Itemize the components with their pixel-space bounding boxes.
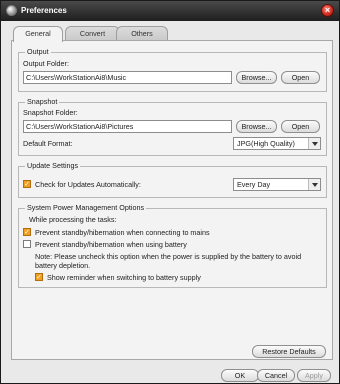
snapshot-browse-button[interactable]: Browse... <box>236 120 277 133</box>
app-logo-icon <box>6 5 17 16</box>
update-frequency-value: Every Day <box>237 180 271 189</box>
update-frequency-select[interactable]: Every Day <box>233 178 321 191</box>
tab-others[interactable]: Others <box>116 26 168 41</box>
restore-defaults-button[interactable]: Restore Defaults <box>252 345 326 358</box>
check-updates-label: Check for Updates Automatically: <box>35 180 141 189</box>
close-icon[interactable]: × <box>321 4 334 17</box>
snapshot-open-button[interactable]: Open <box>281 120 320 133</box>
prevent-mains-label: Prevent standby/hibernation when connect… <box>35 228 210 237</box>
prevent-battery-label: Prevent standby/hibernation when using b… <box>35 240 187 249</box>
prevent-mains-checkbox[interactable]: ✓ <box>23 228 31 236</box>
output-open-button[interactable]: Open <box>281 71 320 84</box>
update-settings-title: Update Settings <box>25 161 81 170</box>
window-title: Preferences <box>21 6 67 15</box>
title-bar[interactable]: Preferences × <box>1 1 339 21</box>
power-management-title: System Power Management Options <box>25 203 147 212</box>
snapshot-group-title: Snapshot <box>25 97 60 106</box>
apply-button[interactable]: Apply <box>297 369 331 382</box>
tab-general[interactable]: General <box>13 26 63 42</box>
ok-button[interactable]: OK <box>221 369 259 382</box>
chevron-down-icon[interactable] <box>308 179 320 190</box>
snapshot-group: Snapshot Snapshot Folder: C:\Users\WorkS… <box>18 97 327 156</box>
show-reminder-checkbox[interactable]: ✓ <box>35 273 43 281</box>
chevron-down-icon[interactable] <box>308 138 320 149</box>
default-format-value: JPG(High Quality) <box>237 139 295 148</box>
output-browse-button[interactable]: Browse... <box>236 71 277 84</box>
general-panel: Output Output Folder: C:\Users\WorkStati… <box>11 40 333 360</box>
battery-note-line2: battery depletion. <box>35 261 91 270</box>
tab-bar: General Convert Others <box>13 26 333 42</box>
snapshot-folder-input[interactable]: C:\Users\WorkStationAi8\Pictures <box>23 120 232 133</box>
output-folder-label: Output Folder: <box>23 59 69 68</box>
battery-note-line1: Note: Please uncheck this option when th… <box>35 252 302 261</box>
snapshot-folder-label: Snapshot Folder: <box>23 108 78 117</box>
show-reminder-label: Show reminder when switching to battery … <box>47 273 201 282</box>
output-group: Output Output Folder: C:\Users\WorkStati… <box>18 47 327 92</box>
check-updates-checkbox[interactable]: ✓ <box>23 180 31 188</box>
output-folder-input[interactable]: C:\Users\WorkStationAi8\Music <box>23 71 232 84</box>
preferences-window: Preferences × General Convert Others Out… <box>0 0 340 384</box>
default-format-select[interactable]: JPG(High Quality) <box>233 137 321 150</box>
tab-convert[interactable]: Convert <box>65 26 120 41</box>
output-group-title: Output <box>25 47 51 56</box>
cancel-button[interactable]: Cancel <box>257 369 295 382</box>
default-format-label: Default Format: <box>23 139 73 148</box>
prevent-battery-checkbox[interactable] <box>23 240 31 248</box>
power-management-group: System Power Management Options While pr… <box>18 203 327 288</box>
power-intro-text: While processing the tasks: <box>29 215 117 224</box>
update-settings-group: Update Settings ✓ Check for Updates Auto… <box>18 161 327 198</box>
